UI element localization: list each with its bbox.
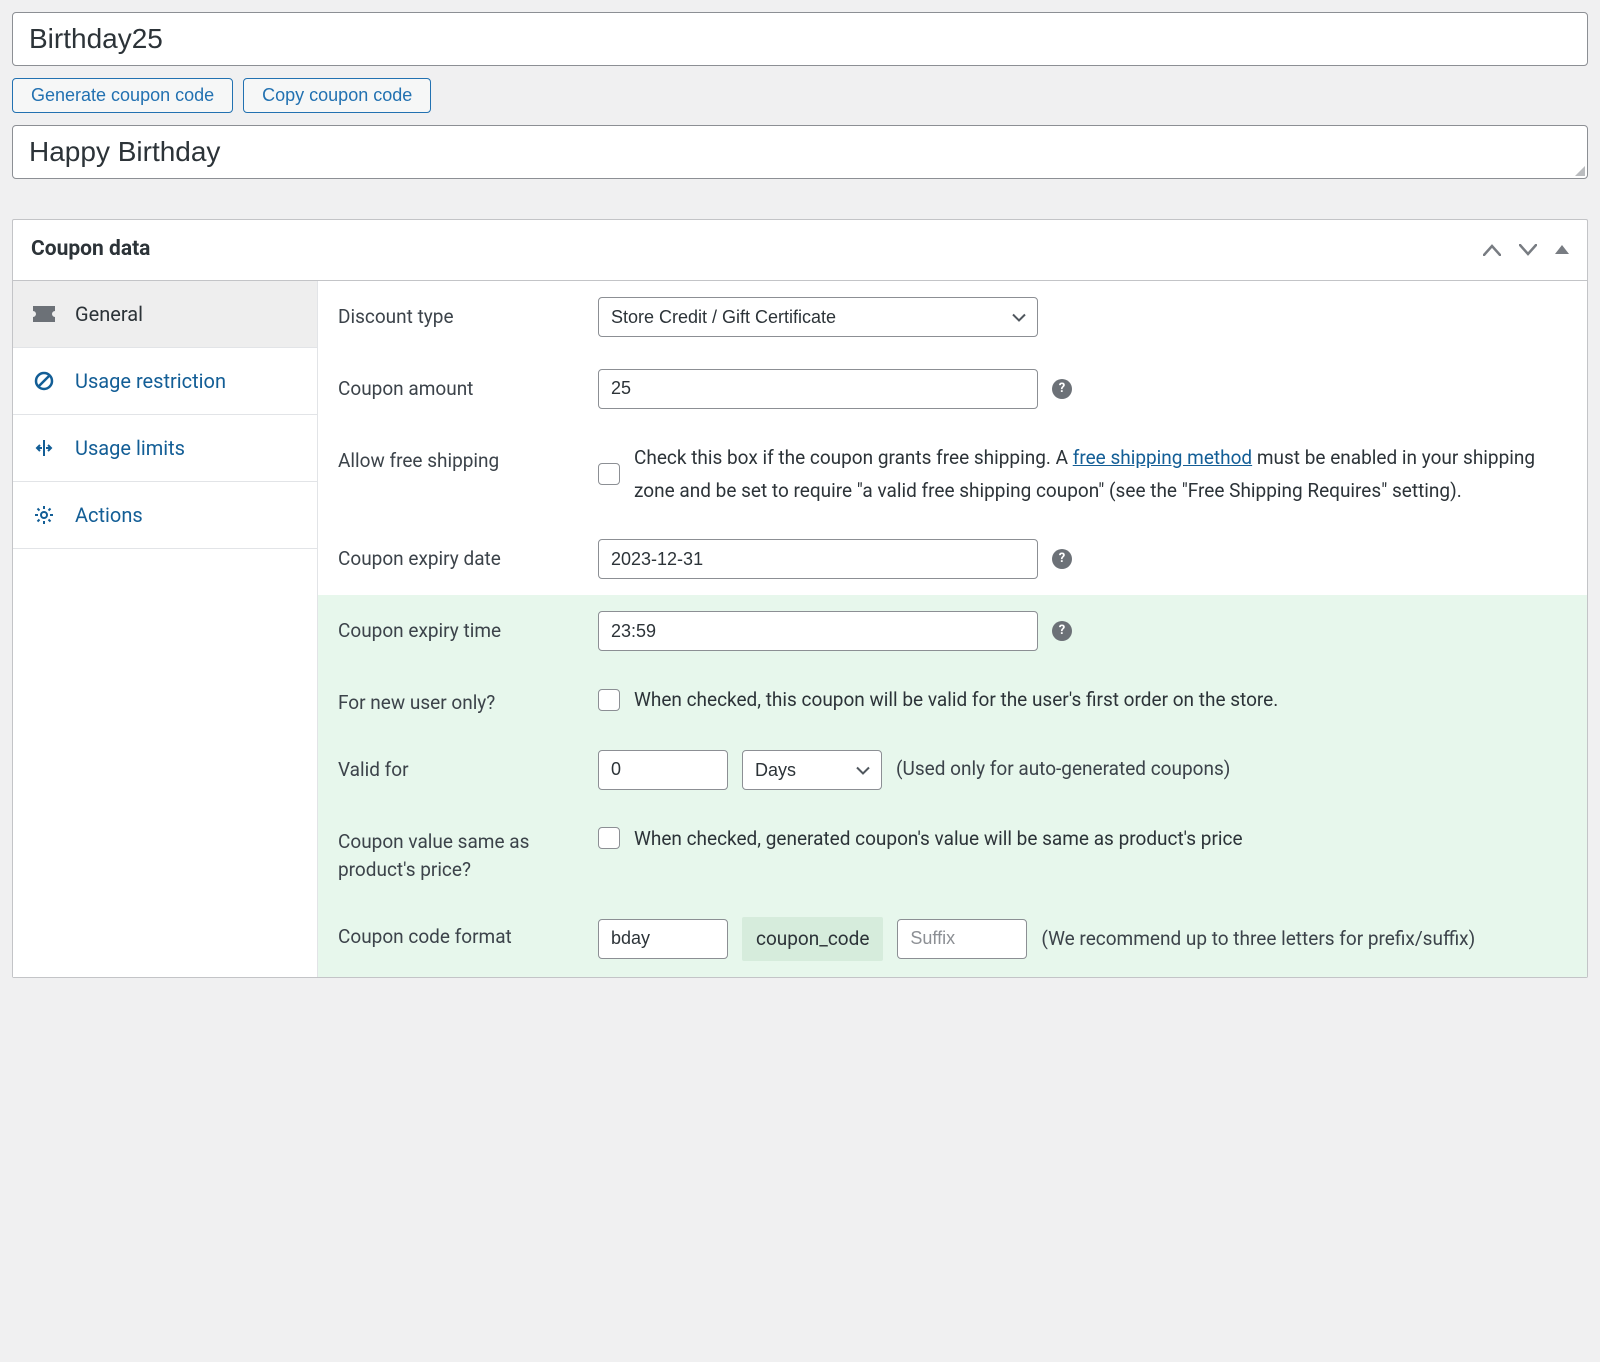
row-same-as-price: Coupon value same as product's price? Wh… — [318, 806, 1587, 901]
row-valid-for: Valid for Days (Used only for auto-gener… — [318, 734, 1587, 806]
coupon-description-wrap — [12, 125, 1588, 179]
tab-actions[interactable]: Actions — [13, 482, 317, 549]
label-same-as-price: Coupon value same as product's price? — [338, 822, 598, 885]
valid-for-unit-select[interactable]: Days — [742, 750, 882, 790]
panel-title: Coupon data — [31, 234, 150, 266]
collapse-triangle-icon[interactable] — [1555, 245, 1569, 254]
row-expiry-time: Coupon expiry time ? — [318, 595, 1587, 667]
label-discount-type: Discount type — [338, 297, 598, 332]
chevron-up-icon[interactable] — [1483, 244, 1501, 256]
label-expiry-time: Coupon expiry time — [338, 611, 598, 646]
row-free-shipping: Allow free shipping Check this box if th… — [318, 425, 1587, 524]
valid-for-hint: (Used only for auto-generated coupons) — [896, 755, 1230, 784]
ticket-icon — [33, 306, 55, 322]
expiry-time-input[interactable] — [598, 611, 1038, 651]
code-format-hint: (We recommend up to three letters for pr… — [1041, 925, 1567, 954]
copy-coupon-button[interactable]: Copy coupon code — [243, 78, 431, 113]
code-suffix-input[interactable] — [897, 919, 1027, 959]
label-valid-for: Valid for — [338, 750, 598, 785]
row-expiry-date: Coupon expiry date ? — [318, 523, 1587, 595]
tab-label: Usage restriction — [75, 366, 226, 396]
panel-content: Discount type Store Credit / Gift Certif… — [318, 281, 1587, 978]
resize-handle-icon[interactable] — [1575, 166, 1585, 176]
row-new-user: For new user only? When checked, this co… — [318, 667, 1587, 734]
row-code-format: Coupon code format coupon_code (We recom… — [318, 901, 1587, 978]
expiry-date-input[interactable] — [598, 539, 1038, 579]
help-icon[interactable]: ? — [1052, 621, 1072, 641]
free-shipping-checkbox[interactable] — [598, 463, 620, 485]
tab-usage-restriction[interactable]: Usage restriction — [13, 348, 317, 415]
label-code-format: Coupon code format — [338, 917, 598, 952]
tab-label: General — [75, 299, 143, 329]
coupon-code-input[interactable] — [12, 12, 1588, 66]
tab-label: Actions — [75, 500, 143, 530]
help-icon[interactable]: ? — [1052, 549, 1072, 569]
free-shipping-text: Check this box if the coupon grants free… — [634, 441, 1567, 508]
limits-icon — [33, 438, 55, 458]
chevron-down-icon[interactable] — [1519, 244, 1537, 256]
gear-icon — [33, 505, 55, 525]
tab-usage-limits[interactable]: Usage limits — [13, 415, 317, 482]
code-chip: coupon_code — [742, 917, 883, 962]
same-as-price-checkbox[interactable] — [598, 827, 620, 849]
tab-general[interactable]: General — [13, 281, 317, 348]
label-expiry-date: Coupon expiry date — [338, 539, 598, 574]
new-user-text: When checked, this coupon will be valid … — [634, 683, 1278, 716]
coupon-description-input[interactable] — [12, 125, 1588, 179]
block-icon — [33, 371, 55, 391]
coupon-amount-input[interactable] — [598, 369, 1038, 409]
panel-controls — [1483, 244, 1569, 256]
label-free-shipping: Allow free shipping — [338, 441, 598, 476]
panel-body: General Usage restriction Usage limits A… — [13, 281, 1587, 978]
label-coupon-amount: Coupon amount — [338, 369, 598, 404]
coupon-buttons-row: Generate coupon code Copy coupon code — [12, 78, 1588, 113]
row-discount-type: Discount type Store Credit / Gift Certif… — [318, 281, 1587, 353]
valid-for-number-input[interactable] — [598, 750, 728, 790]
panel-tabs: General Usage restriction Usage limits A… — [13, 281, 318, 978]
coupon-data-panel: Coupon data General Usage — [12, 219, 1588, 978]
free-shipping-method-link[interactable]: free shipping method — [1073, 446, 1252, 469]
same-as-price-text: When checked, generated coupon's value w… — [634, 822, 1243, 855]
panel-header: Coupon data — [13, 220, 1587, 281]
tab-label: Usage limits — [75, 433, 185, 463]
label-new-user: For new user only? — [338, 683, 598, 718]
discount-type-select[interactable]: Store Credit / Gift Certificate — [598, 297, 1038, 337]
new-user-checkbox[interactable] — [598, 689, 620, 711]
code-prefix-input[interactable] — [598, 919, 728, 959]
row-coupon-amount: Coupon amount ? — [318, 353, 1587, 425]
help-icon[interactable]: ? — [1052, 379, 1072, 399]
generate-coupon-button[interactable]: Generate coupon code — [12, 78, 233, 113]
